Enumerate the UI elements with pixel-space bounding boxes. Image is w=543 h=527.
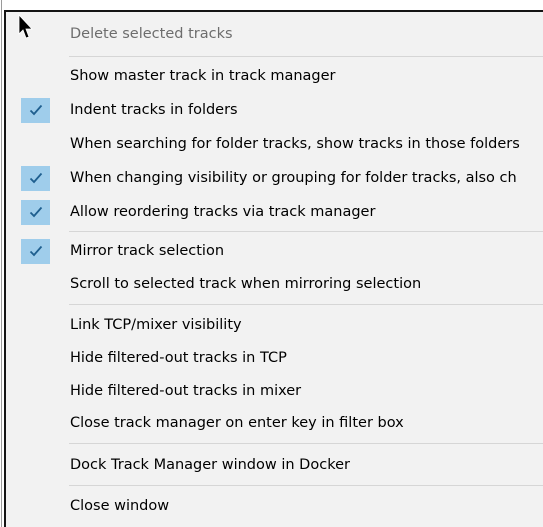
menu-item-label: Show master track in track manager bbox=[70, 68, 336, 84]
menu-item-hide-filtered-tcp[interactable]: Hide filtered-out tracks in TCP bbox=[6, 344, 543, 373]
menu-separator bbox=[69, 231, 543, 232]
menu-item-label: Hide filtered-out tracks in TCP bbox=[70, 350, 287, 366]
checkmark-icon bbox=[21, 200, 50, 225]
menu-item-label: Mirror track selection bbox=[70, 243, 225, 259]
checkmark-icon bbox=[21, 166, 50, 191]
menu-item-mirror-track-selection[interactable]: Mirror track selection bbox=[6, 237, 543, 266]
menu-separator bbox=[69, 304, 543, 305]
menu-item-search-folder-show-tracks[interactable]: When searching for folder tracks, show t… bbox=[6, 130, 543, 159]
menu-item-link-tcp-mixer-visibility[interactable]: Link TCP/mixer visibility bbox=[6, 311, 543, 340]
menu-item-label: Hide filtered-out tracks in mixer bbox=[70, 383, 302, 399]
menu-separator bbox=[69, 56, 543, 57]
menu-item-label: Close track manager on enter key in filt… bbox=[70, 415, 404, 431]
checkmark-icon bbox=[21, 98, 50, 123]
menu-item-label: Dock Track Manager window in Docker bbox=[70, 457, 350, 473]
menu-item-close-window[interactable]: Close window bbox=[6, 492, 543, 521]
background-divider bbox=[1, 0, 2, 527]
menu-item-indent-tracks-in-folders[interactable]: Indent tracks in folders bbox=[6, 96, 543, 125]
menu-item-label: Delete selected tracks bbox=[70, 26, 233, 42]
menu-item-hide-filtered-mixer[interactable]: Hide filtered-out tracks in mixer bbox=[6, 377, 543, 406]
menu-item-dock-in-docker[interactable]: Dock Track Manager window in Docker bbox=[6, 451, 543, 480]
menu-item-change-visibility-folder[interactable]: When changing visibility or grouping for… bbox=[6, 164, 543, 193]
menu-item-scroll-to-selected[interactable]: Scroll to selected track when mirroring … bbox=[6, 270, 543, 299]
menu-item-label: Close window bbox=[70, 498, 170, 514]
menu-item-allow-reordering[interactable]: Allow reordering tracks via track manage… bbox=[6, 198, 543, 227]
context-menu: Delete selected tracks Show master track… bbox=[4, 10, 543, 527]
menu-item-label: Scroll to selected track when mirroring … bbox=[70, 276, 422, 292]
menu-separator bbox=[69, 485, 543, 486]
menu-item-label: When changing visibility or grouping for… bbox=[70, 170, 517, 186]
menu-item-show-master-track[interactable]: Show master track in track manager bbox=[6, 62, 543, 91]
checkmark-icon bbox=[21, 239, 50, 264]
menu-item-delete-selected-tracks[interactable]: Delete selected tracks bbox=[6, 20, 543, 49]
menu-item-close-on-enter[interactable]: Close track manager on enter key in filt… bbox=[6, 409, 543, 438]
menu-item-label: Indent tracks in folders bbox=[70, 102, 238, 118]
mouse-pointer-icon bbox=[18, 14, 33, 39]
menu-separator bbox=[69, 443, 543, 444]
menu-item-label: When searching for folder tracks, show t… bbox=[70, 136, 520, 152]
menu-item-label: Link TCP/mixer visibility bbox=[70, 317, 242, 333]
menu-item-label: Allow reordering tracks via track manage… bbox=[70, 204, 376, 220]
